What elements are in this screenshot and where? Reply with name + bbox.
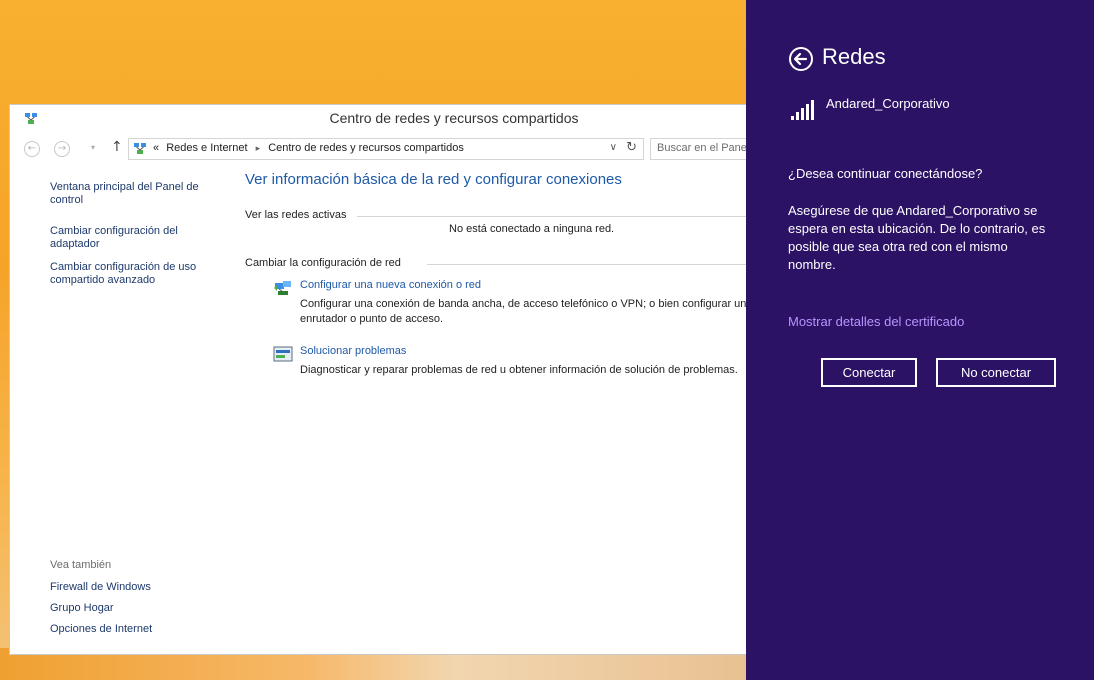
active-networks-label: Ver las redes activas xyxy=(245,209,347,221)
continue-question: ¿Desea continuar conectándose? xyxy=(788,166,983,181)
troubleshoot-icon xyxy=(273,346,293,362)
networks-charm-panel: Redes Andared_Corporativo ¿Desea continu… xyxy=(746,0,1094,680)
breadcrumb-separator-icon[interactable]: ▸ xyxy=(251,143,266,153)
link-change-advanced-sharing[interactable]: Cambiar configuración de uso compartido … xyxy=(50,261,225,287)
breadcrumb-item-redes-internet[interactable]: Redes e Internet xyxy=(162,142,247,154)
setup-connection-description-line: Configurar una conexión de banda ancha, … xyxy=(300,298,747,310)
recent-locations-chevron-icon[interactable]: ▾ xyxy=(91,143,95,152)
control-panel-window: Centro de redes y recursos compartidos ←… xyxy=(9,104,769,655)
network-name: Andared_Corporativo xyxy=(826,96,950,111)
link-homegroup[interactable]: Grupo Hogar xyxy=(50,602,114,614)
breadcrumb-overflow[interactable]: « xyxy=(153,142,159,154)
connect-button[interactable]: Conectar xyxy=(821,358,917,387)
main-content: Ver información básica de la red y confi… xyxy=(245,163,768,653)
back-circle-icon[interactable] xyxy=(788,46,814,72)
no-network-status: No está conectado a ninguna red. xyxy=(449,223,615,235)
forward-arrow-icon[interactable]: → xyxy=(54,141,70,157)
window-titlebar: Centro de redes y recursos compartidos xyxy=(10,105,768,137)
page-title: Ver información básica de la red y confi… xyxy=(245,171,622,188)
see-also-title: Vea también xyxy=(50,559,112,571)
setup-connection-description-line: enrutador o punto de acceso. xyxy=(300,313,444,325)
section-divider xyxy=(427,264,768,265)
link-change-adapter-settings[interactable]: Cambiar configuración del adaptador xyxy=(50,225,225,251)
section-divider xyxy=(357,216,768,217)
link-internet-options[interactable]: Opciones de Internet xyxy=(50,623,152,635)
dont-connect-button[interactable]: No conectar xyxy=(936,358,1056,387)
address-bar[interactable]: « Redes e Internet ▸ Centro de redes y r… xyxy=(128,138,644,160)
link-control-panel-home[interactable]: Ventana principal del Panel de control xyxy=(50,181,225,207)
network-location-icon xyxy=(134,143,146,154)
refresh-icon[interactable]: ↻ xyxy=(626,140,637,155)
change-settings-label: Cambiar la configuración de red xyxy=(245,257,401,269)
new-connection-icon xyxy=(274,281,291,295)
breadcrumb-item-centro-redes[interactable]: Centro de redes y recursos compartidos xyxy=(268,142,464,154)
warning-message: Asegúrese de que Andared_Corporativo se … xyxy=(788,203,1046,272)
up-arrow-icon[interactable]: ↑ xyxy=(111,139,123,155)
breadcrumb: « Redes e Internet ▸ Centro de redes y r… xyxy=(153,142,464,154)
link-setup-new-connection[interactable]: Configurar una nueva conexión o red xyxy=(300,279,481,291)
wifi-signal-icon xyxy=(791,100,814,120)
troubleshoot-description: Diagnosticar y reparar problemas de red … xyxy=(300,364,738,376)
charm-title: Redes xyxy=(822,44,886,69)
address-row: ← → ▾ ↑ « Redes e Internet ▸ Centro de r… xyxy=(10,137,768,163)
address-dropdown-chevron-icon[interactable]: ∨ xyxy=(610,142,617,153)
show-certificate-link[interactable]: Mostrar detalles del certificado xyxy=(788,314,964,329)
setup-connection-description: Configurar una conexión de banda ancha, … xyxy=(300,297,768,327)
link-windows-firewall[interactable]: Firewall de Windows xyxy=(50,581,151,593)
left-task-pane: Ventana principal del Panel de control C… xyxy=(10,163,230,653)
link-troubleshoot[interactable]: Solucionar problemas xyxy=(300,345,406,357)
back-arrow-icon[interactable]: ← xyxy=(24,141,40,157)
window-title: Centro de redes y recursos compartidos xyxy=(329,110,579,126)
